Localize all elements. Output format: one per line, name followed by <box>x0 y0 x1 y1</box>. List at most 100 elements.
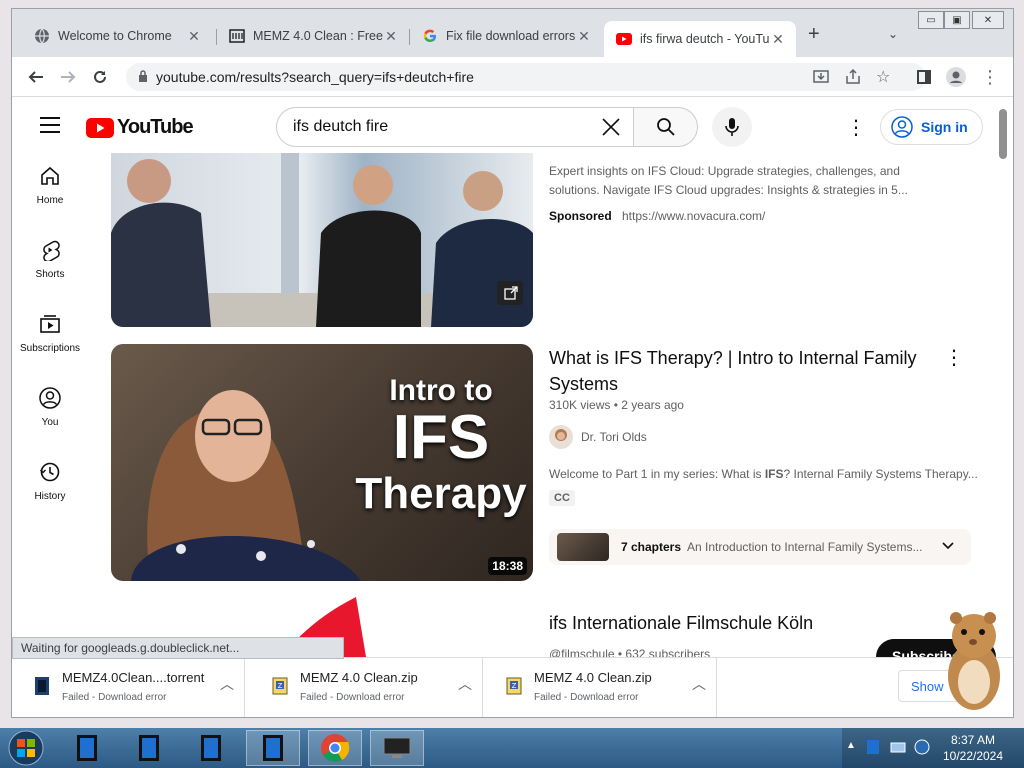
tab-welcome[interactable]: Welcome to Chrome ✕ <box>22 22 212 50</box>
scrollbar-thumb[interactable] <box>999 109 1007 159</box>
tab-title: MEMZ 4.0 Clean : Free D <box>253 29 383 43</box>
taskbar-chrome[interactable] <box>308 730 362 766</box>
video-title-line2[interactable]: Systems <box>549 371 618 397</box>
chevron-up-icon[interactable]: ︿ <box>692 674 706 694</box>
chevron-down-icon[interactable] <box>941 539 955 558</box>
guide-item-shorts[interactable]: Shorts <box>12 237 88 301</box>
svg-text:Z: Z <box>278 682 283 690</box>
search-input[interactable]: ifs deutch fire <box>276 107 634 147</box>
volume-icon[interactable] <box>914 739 930 760</box>
clock-date: 10/22/2024 <box>942 749 1004 763</box>
channel-title[interactable]: ifs Internationale Filmschule Köln <box>549 610 813 636</box>
youtube-icon <box>616 31 632 47</box>
hamburger-menu-icon[interactable] <box>40 117 60 138</box>
guide-item-subscriptions[interactable]: Subscriptions <box>12 311 88 375</box>
channel-info[interactable]: Dr. Tori Olds <box>549 425 647 449</box>
chevron-up-icon[interactable]: ︿ <box>220 674 234 694</box>
download-status: Failed - Download error <box>62 692 167 703</box>
taskbar-app-6[interactable] <box>370 730 424 766</box>
back-arrow-icon[interactable] <box>26 67 46 87</box>
memz-app-icon <box>139 735 159 761</box>
start-button[interactable] <box>6 730 46 766</box>
subscriptions-icon <box>39 311 61 337</box>
close-icon[interactable]: ✕ <box>770 31 786 48</box>
clear-search-icon[interactable] <box>601 117 621 142</box>
zip-file-icon: Z <box>272 677 288 695</box>
you-icon <box>39 385 61 411</box>
guide-label: History <box>34 491 66 502</box>
download-item[interactable]: Z MEMZ 4.0 Clean.zip Failed - Download e… <box>250 658 483 717</box>
minimize-icon[interactable]: ▭ <box>918 11 944 29</box>
history-icon <box>39 459 61 485</box>
page-scrollbar[interactable] <box>997 97 1013 657</box>
settings-more-icon[interactable]: ⋮ <box>846 115 866 140</box>
reload-icon[interactable] <box>90 67 110 87</box>
ad-description-line2: solutions. Navigate IFS Cloud upgrades: … <box>549 183 908 197</box>
thumbnail-text-line2: IFS <box>392 403 490 472</box>
search-button[interactable] <box>634 107 698 147</box>
taskbar-app-3[interactable] <box>184 730 238 766</box>
windows-orb-icon <box>8 730 44 766</box>
chrome-menu-icon[interactable]: ⋮ <box>980 67 1000 87</box>
download-item[interactable]: MEMZ4.0Clean....torrent Failed - Downloa… <box>12 658 245 717</box>
bookmark-star-icon[interactable]: ☆ <box>876 67 890 87</box>
address-bar[interactable]: youtube.com/results?search_query=ifs+deu… <box>126 63 926 91</box>
open-external-icon[interactable] <box>503 285 519 306</box>
taskbar-app-4[interactable] <box>246 730 300 766</box>
clock[interactable]: 8:37 AM 10/22/2024 <box>938 732 1008 764</box>
youtube-page: YouTube ifs deutch fire ⋮ Sign in Home S… <box>12 97 1013 657</box>
voice-search-button[interactable] <box>712 107 752 147</box>
new-tab-icon[interactable]: + <box>808 23 820 46</box>
maximize-icon[interactable]: ▣ <box>944 11 970 29</box>
video-more-options-icon[interactable]: ⋮ <box>944 345 964 370</box>
share-icon[interactable] <box>844 68 862 89</box>
close-icon[interactable]: ✕ <box>186 28 202 45</box>
install-app-icon[interactable] <box>812 68 830 89</box>
sign-in-button[interactable]: Sign in <box>880 109 983 145</box>
close-icon[interactable]: ✕ <box>576 28 592 45</box>
home-icon <box>39 163 61 189</box>
tab-youtube-active[interactable]: ifs firwa deutch - YouTub ✕ <box>604 21 796 57</box>
video-meta: 310K views • 2 years ago <box>549 398 684 412</box>
tab-fix-download[interactable]: Fix file download errors ✕ <box>410 22 602 50</box>
ad-thumbnail[interactable] <box>111 143 533 327</box>
forward-arrow-icon[interactable] <box>58 67 78 87</box>
chapters-title: An Introduction to Internal Family Syste… <box>687 540 923 554</box>
youtube-logo[interactable]: YouTube <box>86 116 194 139</box>
guide-sidebar: Home Shorts Subscriptions You History <box>12 153 88 657</box>
chapters-row[interactable]: 7 chapters An Introduction to Internal F… <box>549 529 971 565</box>
profile-avatar-icon[interactable] <box>946 67 966 87</box>
video-title-line1[interactable]: What is IFS Therapy? | Intro to Internal… <box>549 345 916 371</box>
network-icon[interactable] <box>890 740 906 759</box>
guide-item-home[interactable]: Home <box>12 163 88 227</box>
guide-item-history[interactable]: History <box>12 459 88 523</box>
download-status: Failed - Download error <box>534 692 639 703</box>
shorts-icon <box>39 237 61 263</box>
close-icon[interactable]: ✕ <box>383 28 399 45</box>
video-thumbnail[interactable]: Intro to IFS Therapy 18:38 <box>111 344 533 581</box>
tray-app-icon[interactable] <box>866 739 880 760</box>
youtube-logo-text: YouTube <box>117 116 194 138</box>
tab-search-chevron-icon[interactable]: ⌄ <box>888 27 898 41</box>
guide-item-you[interactable]: You <box>12 385 88 449</box>
guide-label: You <box>41 417 59 428</box>
tab-title: ifs firwa deutch - YouTub <box>640 32 770 46</box>
download-filename: MEMZ4.0Clean....torrent <box>62 670 205 685</box>
description-text: ? Internal Family Systems Therapy... <box>783 467 978 481</box>
side-panel-icon[interactable] <box>914 67 934 87</box>
description-text: Welcome to Part 1 in my series: What is <box>549 467 765 481</box>
close-window-icon[interactable]: ✕ <box>972 11 1004 29</box>
channel-handle: @filmschule <box>549 647 615 657</box>
chrome-icon <box>321 734 350 762</box>
monitor-app-icon <box>383 737 411 758</box>
download-item[interactable]: Z MEMZ 4.0 Clean.zip Failed - Download e… <box>484 658 717 717</box>
sponsor-url[interactable]: https://www.novacura.com/ <box>622 209 765 223</box>
tab-memz[interactable]: MEMZ 4.0 Clean : Free D ✕ <box>217 22 409 50</box>
upload-age: 2 years ago <box>621 398 684 412</box>
url-text: youtube.com/results?search_query=ifs+deu… <box>156 69 474 85</box>
taskbar-app-1[interactable] <box>60 730 114 766</box>
description-highlight: IFS <box>764 467 784 481</box>
chevron-up-icon[interactable]: ︿ <box>458 674 472 694</box>
taskbar-app-2[interactable] <box>122 730 176 766</box>
show-hidden-icons-icon[interactable]: ▲ <box>846 740 856 751</box>
